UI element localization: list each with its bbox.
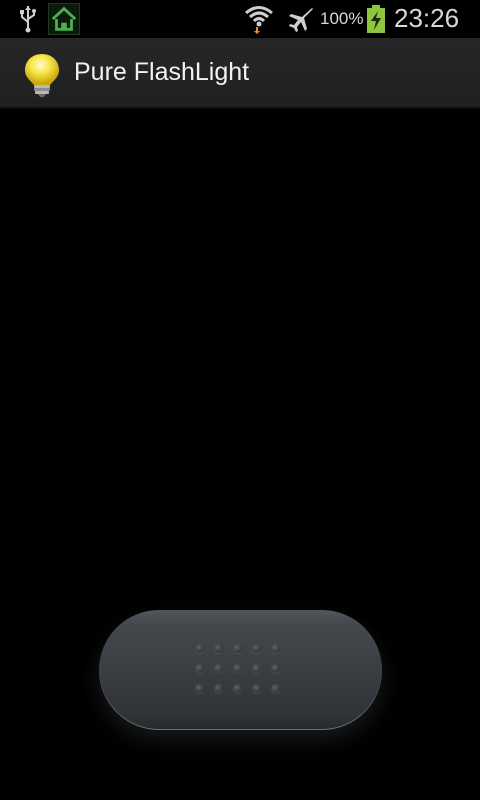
usb-icon [20, 6, 36, 33]
status-clock: 23:26 [394, 3, 460, 33]
app-title: Pure FlashLight [74, 58, 250, 86]
wifi-icon [245, 6, 273, 34]
battery-percentage: 100% [320, 9, 364, 28]
airplane-mode-icon [289, 8, 313, 32]
action-bar: Pure FlashLight [0, 38, 480, 109]
grip-dots-icon [195, 644, 285, 694]
battery-charging-icon [367, 5, 385, 33]
lightbulb-icon[interactable] [22, 52, 62, 98]
home-notification-icon[interactable] [48, 3, 80, 35]
status-bar: 100% 23:26 [0, 0, 480, 38]
